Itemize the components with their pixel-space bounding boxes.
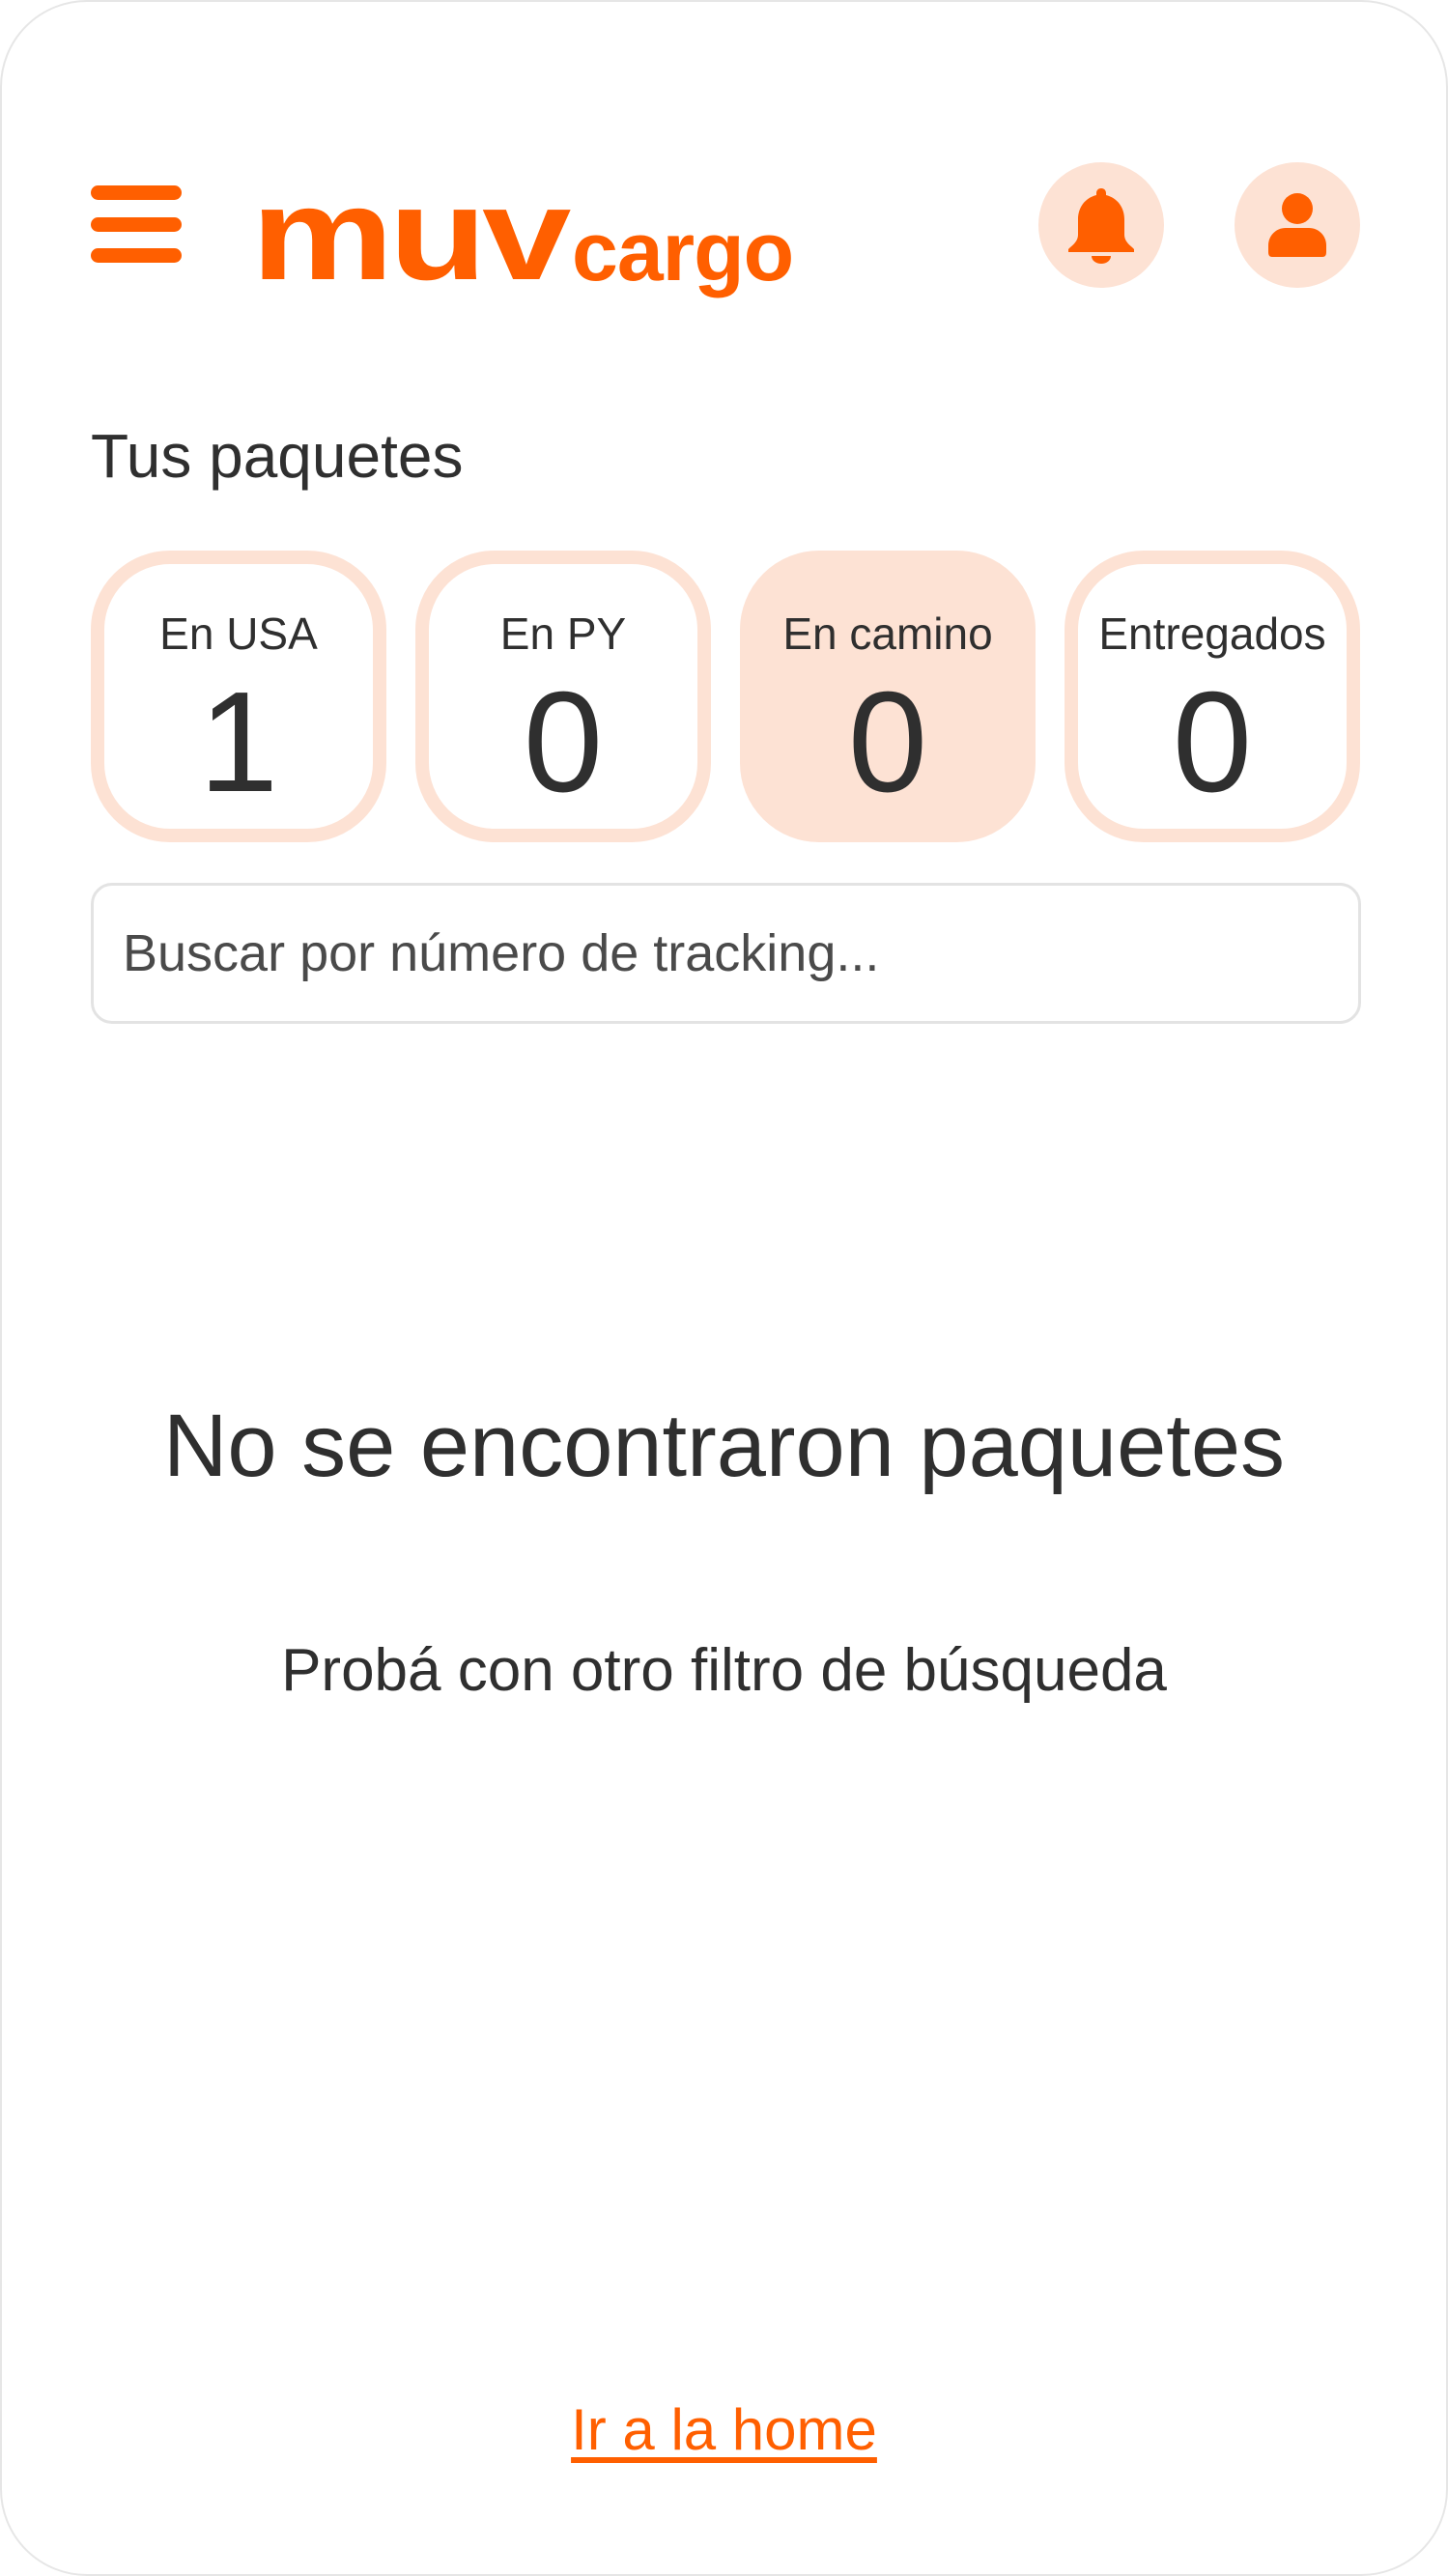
logo-secondary: cargo — [572, 206, 794, 298]
tab-count: 0 — [1172, 663, 1253, 822]
hamburger-menu-icon[interactable] — [91, 185, 182, 263]
user-icon — [1268, 193, 1326, 257]
search-input[interactable] — [91, 883, 1361, 1024]
tab-en-camino[interactable]: En camino 0 — [740, 551, 1036, 842]
page-title: Tus paquetes — [91, 421, 464, 491]
menu-line — [91, 185, 182, 200]
bell-icon — [1068, 188, 1134, 264]
tab-count: 0 — [523, 663, 604, 822]
go-home-link[interactable]: Ir a la home — [2, 2393, 1446, 2467]
tab-en-usa[interactable]: En USA 1 — [91, 551, 386, 842]
tab-en-py[interactable]: En PY 0 — [415, 551, 711, 842]
tab-count: 0 — [847, 663, 928, 822]
menu-line — [91, 248, 182, 263]
empty-state-subtitle: Probá con otro filtro de búsqueda — [281, 1637, 1167, 1704]
notifications-button[interactable] — [1038, 162, 1164, 288]
logo-primary: muv — [251, 160, 571, 307]
tab-label: En camino — [782, 609, 993, 659]
tab-entregados[interactable]: Entregados 0 — [1065, 551, 1360, 842]
menu-line — [91, 216, 182, 232]
app-frame: muv cargo Tus paquetes En USA 1 En PY 0 — [0, 0, 1448, 2576]
tab-label: Entregados — [1098, 609, 1326, 659]
header: muv cargo — [2, 2, 1446, 311]
status-tabs: En USA 1 En PY 0 En camino 0 Entregados … — [91, 551, 1361, 842]
tab-count: 1 — [198, 663, 279, 822]
profile-button[interactable] — [1235, 162, 1360, 288]
empty-state-title: No se encontraron paquetes — [162, 1397, 1285, 1495]
tab-label: En PY — [499, 609, 627, 659]
logo[interactable]: muv cargo — [251, 168, 794, 299]
tab-label: En USA — [159, 609, 318, 659]
